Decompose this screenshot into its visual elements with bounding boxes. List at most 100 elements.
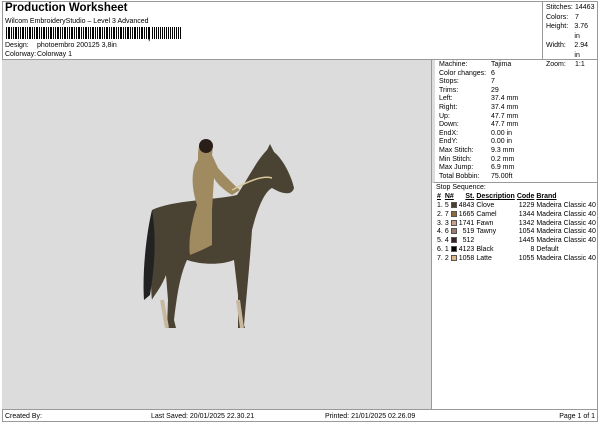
colorway-value: Colorway 1 [37,51,73,58]
stitch-count: 1741 [458,219,475,227]
design-value: photoembro 200125 3,8in [37,42,117,49]
info-row: Total Bobbin: 75.00ft [439,173,594,182]
info-value: 6.9 mm [491,164,515,172]
created-by: Created By: [5,412,42,420]
info-row: Left: 37.4 mm [439,95,594,104]
info-row: Min Stitch: 0.2 mm [439,156,594,165]
stitch-count: 4123 [458,245,475,253]
column-header: Description [476,193,515,201]
barcode-tail [152,27,182,39]
info-row: Up: 47.7 mm [439,113,594,122]
info-row: Machine: Tajima [439,61,594,70]
info-label: Machine: [439,61,468,68]
stop-sequence-table: # N# St. Description Code Brand 1. 5 4843 Clove 1… [436,193,597,263]
color-swatch-cell [450,219,458,229]
column-header: Brand [536,193,557,201]
info-value: 47.7 mm [491,121,519,129]
table-row: 1. 5 4843 Clove 1229 Madeira Classic 40 [436,202,597,211]
info-row: Stops: 7 [439,78,594,87]
info-row: Colors: 7 [546,13,595,23]
column-header: Code [516,193,535,201]
info-value: 14463 [575,4,595,11]
stitch-count: 1665 [458,210,475,218]
stitch-count: 519 [462,228,475,236]
table-row: 3. 3 1741 Fawn 1342 Madeira Classic 40 [436,220,597,229]
info-label: Min Stitch: [439,155,472,163]
machine-info: Machine: Tajima Color changes: 6 Stops: 7 Trim… [432,60,598,184]
table-row: 6. 1 4123 Black 8 Default [436,246,597,255]
info-value: 47.7 mm [491,112,519,120]
info-value: 37.4 mm [491,103,519,111]
info-label: EndX: [439,129,459,137]
stitch-count: 1058 [458,254,475,262]
info-row: EndX: 0.00 in [439,130,594,139]
thread-description: Fawn [476,219,494,227]
thread-code: 1229 [518,201,535,209]
info-value: 0.00 in [491,129,513,137]
table-row: 7. 2 1058 Latte 1055 Madeira Classic 40 [436,255,597,264]
thread-code: 1445 [518,237,535,245]
horse-rider-embroidery [143,139,294,329]
stop-sequence-title: Stop Sequence: [436,184,486,192]
row-index: 2. [437,210,443,218]
thread-description: Clove [476,201,495,209]
info-value: 9.3 mm [491,146,515,154]
color-swatch-cell [450,246,458,255]
thread-brand: Madeira Classic 40 [536,254,596,262]
info-row: Right: 37.4 mm [439,104,594,113]
color-swatch [450,210,457,217]
color-swatch [450,237,457,244]
info-value: 7 [491,78,495,86]
info-label: Right: [439,103,458,111]
thread-brand: Madeira Classic 40 [536,210,596,218]
info-value: 2.94 in [574,42,589,59]
info-value: Tajima [491,61,512,68]
row-index: 7. [437,254,443,262]
column-header: N# [444,193,454,201]
design-stats: Stitches: 14463 Colors: 7 Height: 3.76 in Widt… [543,1,598,68]
stitch-count: 512 [462,237,475,245]
worksheet-header: Production Worksheet Wilcom EmbroiderySt… [2,1,543,59]
info-row: Max Jump: 6.9 mm [439,164,594,173]
info-label: Color changes: [439,69,487,77]
row-index: 1. [437,201,443,209]
color-swatch [450,219,457,226]
info-row: Stitches: 14463 [546,3,595,13]
color-swatch-cell [450,210,458,220]
info-value: 3.76 in [574,23,589,40]
info-value: 75.00ft [491,172,513,180]
table-row: 5. 4 512 1445 Madeira Classic 40 [436,237,597,246]
thread-brand: Madeira Classic 40 [536,237,596,245]
design-preview [2,59,432,409]
page-title: Production Worksheet [5,2,128,14]
thread-description: Tawny [476,228,497,236]
column-header: St. [465,193,475,201]
barcode-separator: , [148,33,151,42]
thread-code: 1342 [518,219,535,227]
thread-description [475,237,516,246]
info-label: Height: [546,23,569,30]
color-swatch-cell [450,254,458,264]
info-label: EndY: [439,138,458,146]
color-swatch-cell [450,202,458,211]
info-label: Total Bobbin: [439,172,480,180]
row-index: 6. [437,245,443,253]
info-row: Color changes: 6 [439,70,594,79]
last-saved: Last Saved: 20/01/2025 22.30.21 [151,412,255,420]
info-label: Colors: [546,13,569,21]
info-label: Stitches: [546,4,573,11]
info-label: Up: [439,112,450,120]
info-label: Max Stitch: [439,146,474,154]
info-label: Trims: [439,86,459,94]
info-row: Max Stitch: 9.3 mm [439,147,594,156]
color-swatch-cell [450,237,458,246]
color-swatch [450,228,457,235]
design-label: Design: [5,42,29,49]
footer: Created By: Last Saved: 20/01/2025 22.30… [2,409,598,422]
info-row: Down: 47.7 mm [439,121,594,130]
thread-code: 1344 [518,210,535,218]
color-swatch [450,254,457,261]
row-index: 4. [437,228,443,236]
info-row: Trims: 29 [439,87,594,96]
info-value: 7 [575,13,579,21]
